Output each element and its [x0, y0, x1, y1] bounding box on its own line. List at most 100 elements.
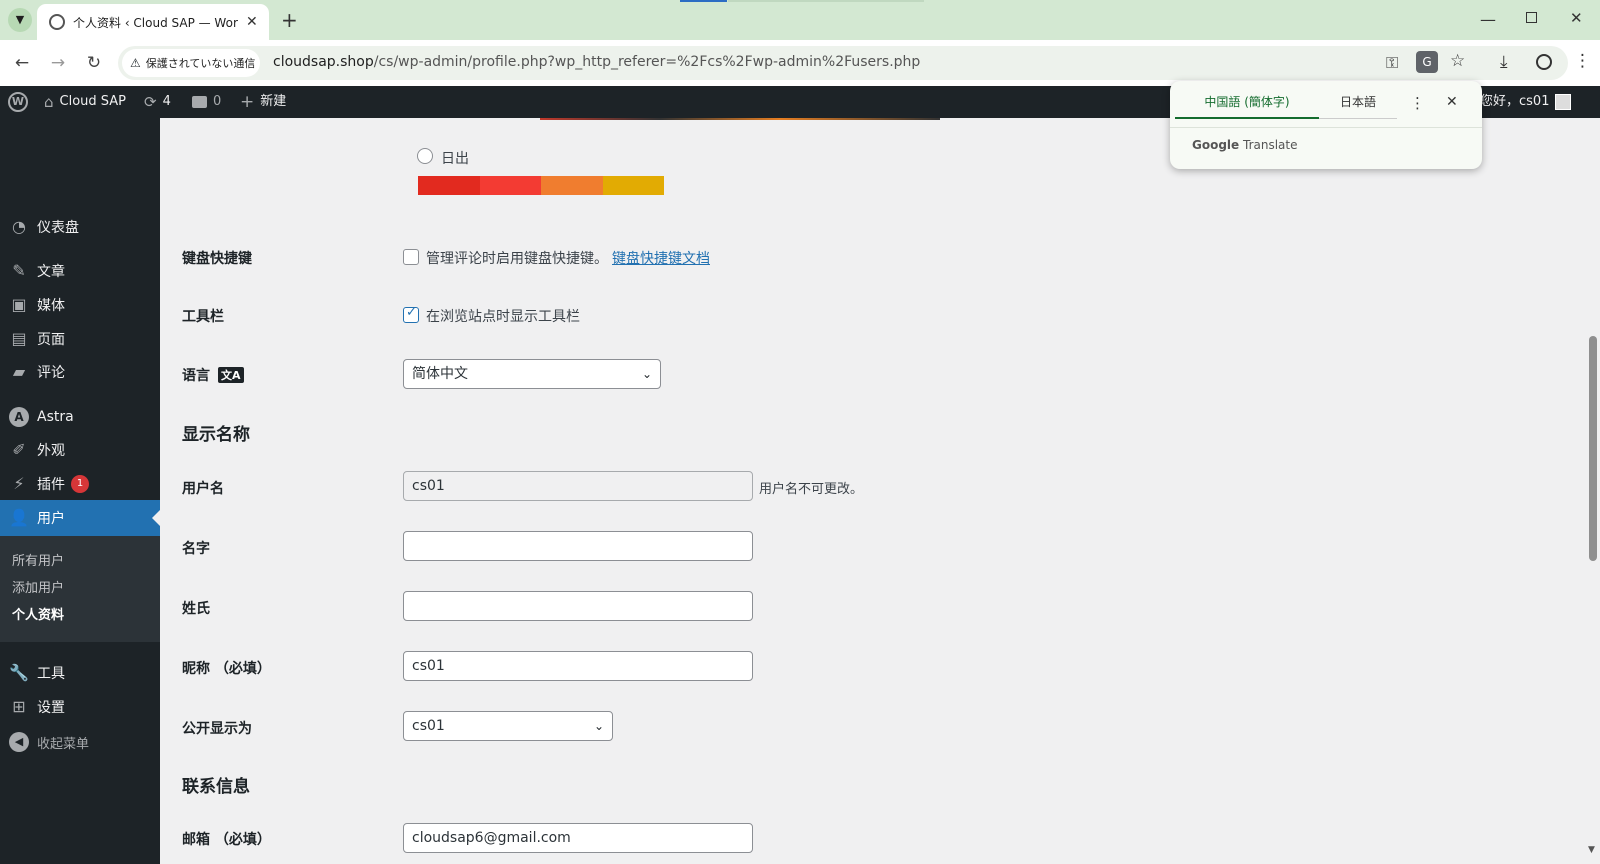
security-chip[interactable]: ⚠ 保護されていない通信: [122, 49, 260, 77]
display-name-heading: 显示名称: [182, 425, 250, 445]
sidebar-item-tools[interactable]: 🔧 工具: [0, 656, 160, 690]
swatch-4: [602, 176, 664, 195]
new-label: 新建: [260, 94, 287, 109]
sidebar-item-label: 用户: [37, 511, 65, 527]
sidebar-item-label: 文章: [37, 264, 65, 280]
keyboard-shortcuts-label: 键盘快捷键: [182, 251, 252, 267]
google-translate-brand: Google Translate: [1192, 138, 1298, 152]
translate-more-icon[interactable]: ⋮: [1410, 94, 1425, 112]
translate-divider: [1170, 127, 1482, 128]
chevron-down-icon: ⌄: [641, 367, 652, 381]
keyboard-shortcuts-doc-link[interactable]: 键盘快捷键文档: [612, 248, 710, 268]
language-select[interactable]: 简体中文 ⌄: [403, 359, 661, 389]
sidebar-item-appearance[interactable]: ✐ 外观: [0, 433, 160, 467]
swatch-3: [541, 176, 603, 195]
keyboard-shortcuts-desc: 管理评论时启用键盘快捷键。: [426, 251, 608, 267]
scroll-down-arrow[interactable]: ▼: [1588, 845, 1595, 855]
scrollbar-thumb[interactable]: [1589, 336, 1597, 561]
my-account-link[interactable]: 您好，cs01: [1480, 86, 1572, 118]
download-icon[interactable]: ⤓: [1500, 52, 1508, 72]
chevron-down-icon: ⌄: [593, 719, 604, 733]
google-translate-popup: 中国語 (簡体字) 日本語 ⋮ ✕ Google Translate: [1170, 81, 1482, 169]
sidebar-item-label: 仪表盘: [37, 220, 79, 236]
color-scheme-swatches[interactable]: [418, 176, 664, 195]
back-icon[interactable]: ←: [12, 53, 32, 73]
close-window-icon[interactable]: ✕: [1570, 9, 1583, 27]
language-label-text: 语言: [182, 368, 210, 384]
admin-sidebar: ◔ 仪表盘 ✎ 文章 ▣ 媒体 ▤ 页面 ▰ 评论 A Astra ✐ 外观 ⚡…: [0, 118, 160, 864]
user-icon: 👤: [9, 508, 29, 527]
new-tab-button[interactable]: +: [281, 8, 298, 32]
sidebar-item-posts[interactable]: ✎ 文章: [0, 254, 160, 288]
minimize-icon[interactable]: —: [1480, 10, 1496, 29]
active-arrow: [152, 510, 160, 526]
tab-indicator-2: [728, 0, 924, 2]
close-tab-icon[interactable]: ✕: [246, 14, 258, 30]
updates-count: 4: [162, 94, 171, 109]
public-display-value: cs01: [412, 718, 445, 734]
forward-icon[interactable]: →: [48, 53, 68, 73]
plus-icon: +: [240, 92, 255, 112]
sidebar-item-label: 插件: [37, 477, 65, 493]
translate-close-icon[interactable]: ✕: [1446, 94, 1458, 110]
profile-icon[interactable]: [1536, 54, 1552, 70]
submenu-add-user[interactable]: 添加用户: [12, 577, 64, 596]
users-submenu: 所有用户 添加用户 个人资料: [0, 536, 160, 642]
sidebar-item-settings[interactable]: ⊞ 设置: [0, 690, 160, 724]
sidebar-item-dashboard[interactable]: ◔ 仪表盘: [0, 210, 160, 244]
comments-link[interactable]: 0: [192, 86, 221, 118]
keyboard-shortcuts-checkbox[interactable]: [403, 249, 419, 265]
email-field[interactable]: cloudsap6@gmail.com: [403, 823, 753, 853]
translation-icon: 文A: [218, 367, 244, 383]
sidebar-item-comments[interactable]: ▰ 评论: [0, 355, 160, 389]
sidebar-item-astra[interactable]: A Astra: [0, 400, 160, 434]
bookmark-star-icon[interactable]: ☆: [1450, 51, 1465, 71]
swatch-2: [479, 176, 541, 195]
brush-icon: ✐: [12, 440, 26, 459]
sidebar-item-media[interactable]: ▣ 媒体: [0, 288, 160, 322]
color-scheme-option-label: 日出: [441, 151, 469, 167]
key-icon[interactable]: ⚿: [1386, 53, 1398, 73]
translate-icon[interactable]: G: [1416, 51, 1438, 73]
reload-icon[interactable]: ↻: [84, 53, 104, 73]
sidebar-item-label: 收起菜单: [37, 736, 90, 752]
plugins-badge: 1: [71, 475, 89, 493]
address-bar-row: ← → ↻ ⚠ 保護されていない通信 cloudsap.shop/cs/wp-a…: [0, 40, 1600, 86]
color-scheme-radio[interactable]: [417, 148, 433, 164]
url-text[interactable]: cloudsap.shop/cs/wp-admin/profile.php?wp…: [273, 54, 920, 70]
toolbar-checkbox[interactable]: ✓: [403, 305, 419, 323]
submenu-profile[interactable]: 个人资料: [12, 604, 64, 623]
nickname-field[interactable]: cs01: [403, 651, 753, 681]
wp-logo-icon[interactable]: W: [8, 86, 28, 118]
more-menu-icon[interactable]: ⋮: [1574, 51, 1591, 71]
greeting: 您好，cs01: [1480, 94, 1550, 109]
home-icon: ⌂: [44, 93, 54, 111]
language-value: 简体中文: [412, 366, 468, 382]
toolbar-desc: 在浏览站点时显示工具栏: [426, 309, 580, 325]
updates-link[interactable]: ⟳ 4: [144, 86, 171, 118]
browser-tab[interactable]: 个人资料 ‹ Cloud SAP — WordP ✕: [37, 4, 269, 40]
email-label: 邮箱 （必填）: [182, 832, 271, 848]
restore-icon[interactable]: [1526, 12, 1537, 23]
translate-tab-japanese[interactable]: 日本語: [1319, 89, 1397, 119]
page-scrollbar[interactable]: ▼: [1585, 118, 1600, 864]
avatar: [1555, 94, 1572, 110]
sidebar-item-plugins[interactable]: ⚡ 插件 1: [0, 467, 160, 501]
last-name-field[interactable]: [403, 591, 753, 621]
settings-icon: ⊞: [12, 697, 26, 716]
submenu-all-users[interactable]: 所有用户: [12, 550, 64, 569]
nickname-label: 昵称 （必填）: [182, 661, 271, 677]
sidebar-item-users[interactable]: 👤 用户: [0, 500, 160, 536]
sidebar-item-collapse[interactable]: ◀ 收起菜单: [0, 725, 160, 759]
collapse-icon: ◀: [9, 732, 29, 752]
toolbar-label: 工具栏: [182, 309, 224, 325]
public-display-select[interactable]: cs01 ⌄: [403, 711, 613, 741]
swatch-1: [418, 176, 480, 195]
omnibox[interactable]: ⚠ 保護されていない通信 cloudsap.shop/cs/wp-admin/p…: [118, 46, 1568, 80]
first-name-field[interactable]: [403, 531, 753, 561]
sidebar-item-pages[interactable]: ▤ 页面: [0, 322, 160, 356]
tab-search-button[interactable]: ▼: [8, 8, 32, 32]
new-content-link[interactable]: + 新建: [240, 86, 286, 118]
translate-tab-chinese[interactable]: 中国語 (簡体字): [1175, 89, 1319, 119]
site-name-link[interactable]: ⌂ Cloud SAP: [44, 86, 126, 118]
